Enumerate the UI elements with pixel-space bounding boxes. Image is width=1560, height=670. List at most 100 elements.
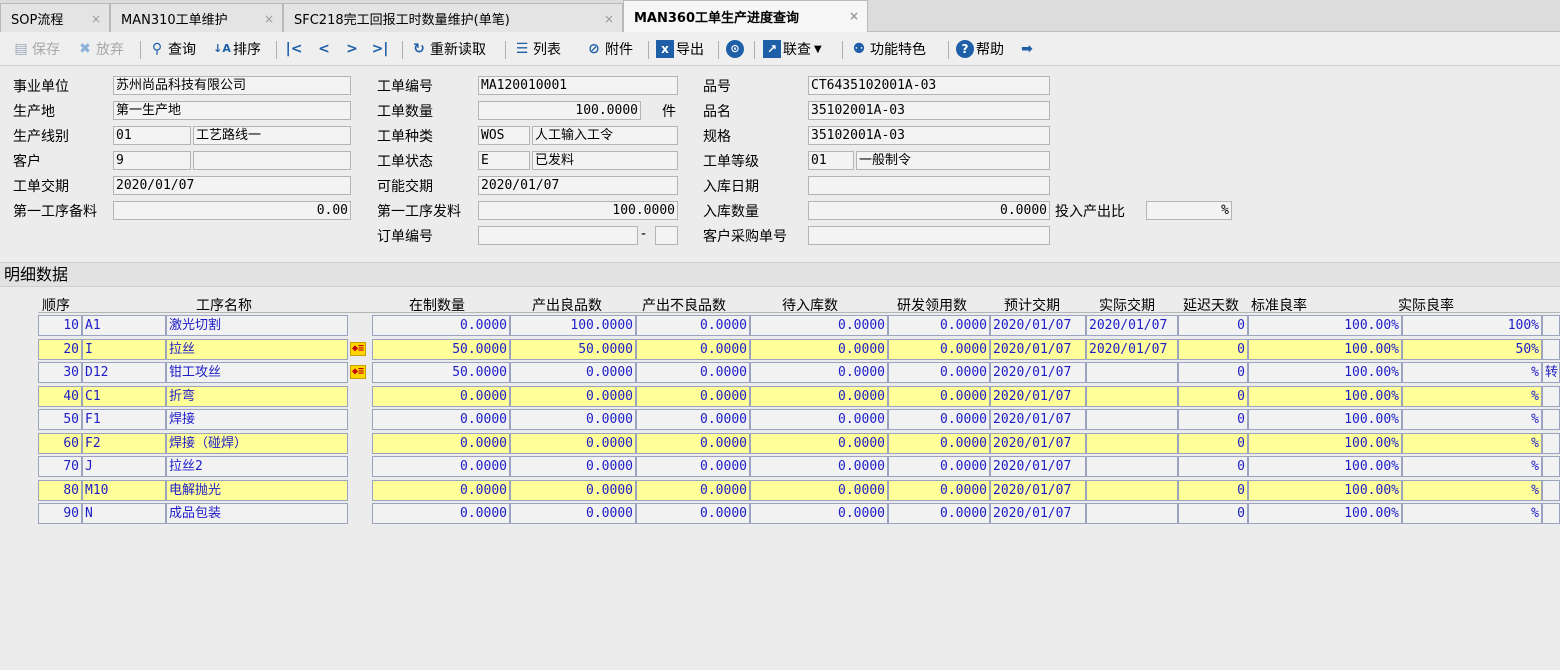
bad-qty-cell[interactable]: 0.0000 — [636, 338, 750, 360]
seq-cell[interactable]: 20 — [38, 338, 82, 360]
std-yield-cell[interactable]: 100.00% — [1248, 338, 1402, 360]
code-cell[interactable]: F1 — [82, 409, 166, 430]
spec-field[interactable]: 35102001A-03 — [808, 126, 1050, 145]
zoom-button[interactable]: ⊙ — [726, 37, 746, 61]
tab-man360[interactable]: MAN360工单生产进度查询 × — [623, 0, 868, 32]
query-button[interactable]: ⚲ 查询 — [148, 37, 196, 61]
pending-qty-cell[interactable]: 0.0000 — [750, 503, 888, 524]
bad-qty-cell[interactable]: 0.0000 — [636, 385, 750, 407]
seq-cell[interactable]: 50 — [38, 409, 82, 430]
delay-days-cell[interactable]: 0 — [1178, 385, 1248, 407]
plan-date-cell[interactable]: 2020/01/07 — [990, 362, 1086, 383]
actual-date-cell[interactable] — [1086, 456, 1178, 477]
attach-button[interactable]: ⊘ 附件 — [585, 37, 633, 61]
delay-days-cell[interactable]: 0 — [1178, 432, 1248, 454]
bad-qty-cell[interactable]: 0.0000 — [636, 479, 750, 501]
process-name-cell[interactable]: 成品包装 — [166, 503, 348, 524]
seq-cell[interactable]: 60 — [38, 432, 82, 454]
prev-record-button[interactable]: < — [315, 37, 335, 61]
actual-date-cell[interactable] — [1086, 432, 1178, 454]
seq-cell[interactable]: 30 — [38, 362, 82, 383]
rd-qty-cell[interactable]: 0.0000 — [888, 409, 990, 430]
cust-po-field[interactable] — [808, 226, 1050, 245]
delay-days-cell[interactable]: 0 — [1178, 456, 1248, 477]
process-name-cell[interactable]: 折弯 — [166, 385, 348, 407]
plan-date-cell[interactable]: 2020/01/07 — [990, 456, 1086, 477]
unit-field[interactable]: 苏州尚品科技有限公司 — [113, 76, 351, 95]
first-issue-field[interactable]: 100.0000 — [478, 201, 678, 220]
rd-qty-cell[interactable]: 0.0000 — [888, 503, 990, 524]
tab-sop-flow[interactable]: SOP流程 × — [0, 3, 110, 32]
wip-cell[interactable]: 0.0000 — [372, 456, 510, 477]
act-yield-cell[interactable]: 100% — [1402, 315, 1542, 336]
good-qty-cell[interactable]: 100.0000 — [510, 315, 636, 336]
process-name-cell[interactable]: 焊接（碰焊） — [166, 432, 348, 454]
possible-due-field[interactable]: 2020/01/07 — [478, 176, 678, 195]
wo-level-code-field[interactable]: 01 — [808, 151, 854, 170]
good-qty-cell[interactable]: 0.0000 — [510, 503, 636, 524]
plan-date-cell[interactable]: 2020/01/07 — [990, 315, 1086, 336]
good-qty-cell[interactable]: 0.0000 — [510, 362, 636, 383]
wip-cell[interactable]: 50.0000 — [372, 338, 510, 360]
discard-button[interactable]: ✖ 放弃 — [76, 37, 124, 61]
order-seq-field[interactable] — [655, 226, 678, 245]
action-cell[interactable] — [1542, 409, 1560, 430]
table-row[interactable]: 20 I 拉丝 50.0000 50.0000 0.0000 0.0000 0.0000 202… — [38, 338, 1560, 361]
export-button[interactable]: x 导出 — [656, 37, 704, 61]
last-record-button[interactable]: >| — [371, 37, 391, 61]
seq-cell[interactable]: 40 — [38, 385, 82, 407]
actual-date-cell[interactable] — [1086, 362, 1178, 383]
first-record-button[interactable]: |< — [285, 37, 305, 61]
due-date-field[interactable]: 2020/01/07 — [113, 176, 351, 195]
good-qty-cell[interactable]: 0.0000 — [510, 385, 636, 407]
wip-cell[interactable]: 0.0000 — [372, 432, 510, 454]
std-yield-cell[interactable]: 100.00% — [1248, 456, 1402, 477]
rd-qty-cell[interactable]: 0.0000 — [888, 315, 990, 336]
pending-qty-cell[interactable]: 0.0000 — [750, 362, 888, 383]
wip-cell[interactable]: 0.0000 — [372, 315, 510, 336]
good-qty-cell[interactable]: 0.0000 — [510, 409, 636, 430]
act-yield-cell[interactable]: % — [1402, 456, 1542, 477]
customer-code-field[interactable]: 9 — [113, 151, 191, 170]
act-yield-cell[interactable]: % — [1402, 479, 1542, 501]
delay-days-cell[interactable]: 0 — [1178, 409, 1248, 430]
actual-date-cell[interactable] — [1086, 479, 1178, 501]
wip-cell[interactable]: 0.0000 — [372, 479, 510, 501]
action-cell[interactable] — [1542, 503, 1560, 524]
code-cell[interactable]: C1 — [82, 385, 166, 407]
pending-qty-cell[interactable]: 0.0000 — [750, 479, 888, 501]
std-yield-cell[interactable]: 100.00% — [1248, 409, 1402, 430]
process-name-cell[interactable]: 电解抛光 — [166, 479, 348, 501]
table-row[interactable]: 80 M10 电解抛光 0.0000 0.0000 0.0000 0.0000 0.0000 2… — [38, 479, 1560, 502]
seq-cell[interactable]: 70 — [38, 456, 82, 477]
seq-cell[interactable]: 90 — [38, 503, 82, 524]
in-qty-field[interactable]: 0.0000 — [808, 201, 1050, 220]
code-cell[interactable]: A1 — [82, 315, 166, 336]
code-cell[interactable]: J — [82, 456, 166, 477]
actual-date-cell[interactable] — [1086, 503, 1178, 524]
act-yield-cell[interactable]: % — [1402, 432, 1542, 454]
table-row[interactable]: 90 N 成品包装 0.0000 0.0000 0.0000 0.0000 0.0000 202… — [38, 502, 1560, 525]
rd-qty-cell[interactable]: 0.0000 — [888, 456, 990, 477]
tab-man310[interactable]: MAN310工单维护 × — [110, 3, 283, 32]
actual-date-cell[interactable] — [1086, 385, 1178, 407]
wo-no-field[interactable]: MA120010001 — [478, 76, 678, 95]
close-icon[interactable]: × — [849, 9, 859, 23]
plan-date-cell[interactable]: 2020/01/07 — [990, 409, 1086, 430]
std-yield-cell[interactable]: 100.00% — [1248, 479, 1402, 501]
act-yield-cell[interactable]: % — [1402, 385, 1542, 407]
std-yield-cell[interactable]: 100.00% — [1248, 362, 1402, 383]
action-cell[interactable]: 转 — [1542, 362, 1560, 383]
wo-type-code-field[interactable]: WOS — [478, 126, 530, 145]
bad-qty-cell[interactable]: 0.0000 — [636, 409, 750, 430]
route-flag-icon[interactable]: ◆≡ — [350, 341, 366, 356]
code-cell[interactable]: M10 — [82, 479, 166, 501]
action-cell[interactable] — [1542, 479, 1560, 501]
plan-date-cell[interactable]: 2020/01/07 — [990, 338, 1086, 360]
good-qty-cell[interactable]: 0.0000 — [510, 479, 636, 501]
code-cell[interactable]: I — [82, 338, 166, 360]
delay-days-cell[interactable]: 0 — [1178, 503, 1248, 524]
pending-qty-cell[interactable]: 0.0000 — [750, 409, 888, 430]
delay-days-cell[interactable]: 0 — [1178, 362, 1248, 383]
table-row[interactable]: 30 D12 钳工攻丝 50.0000 0.0000 0.0000 0.0000 0.0000… — [38, 361, 1560, 384]
